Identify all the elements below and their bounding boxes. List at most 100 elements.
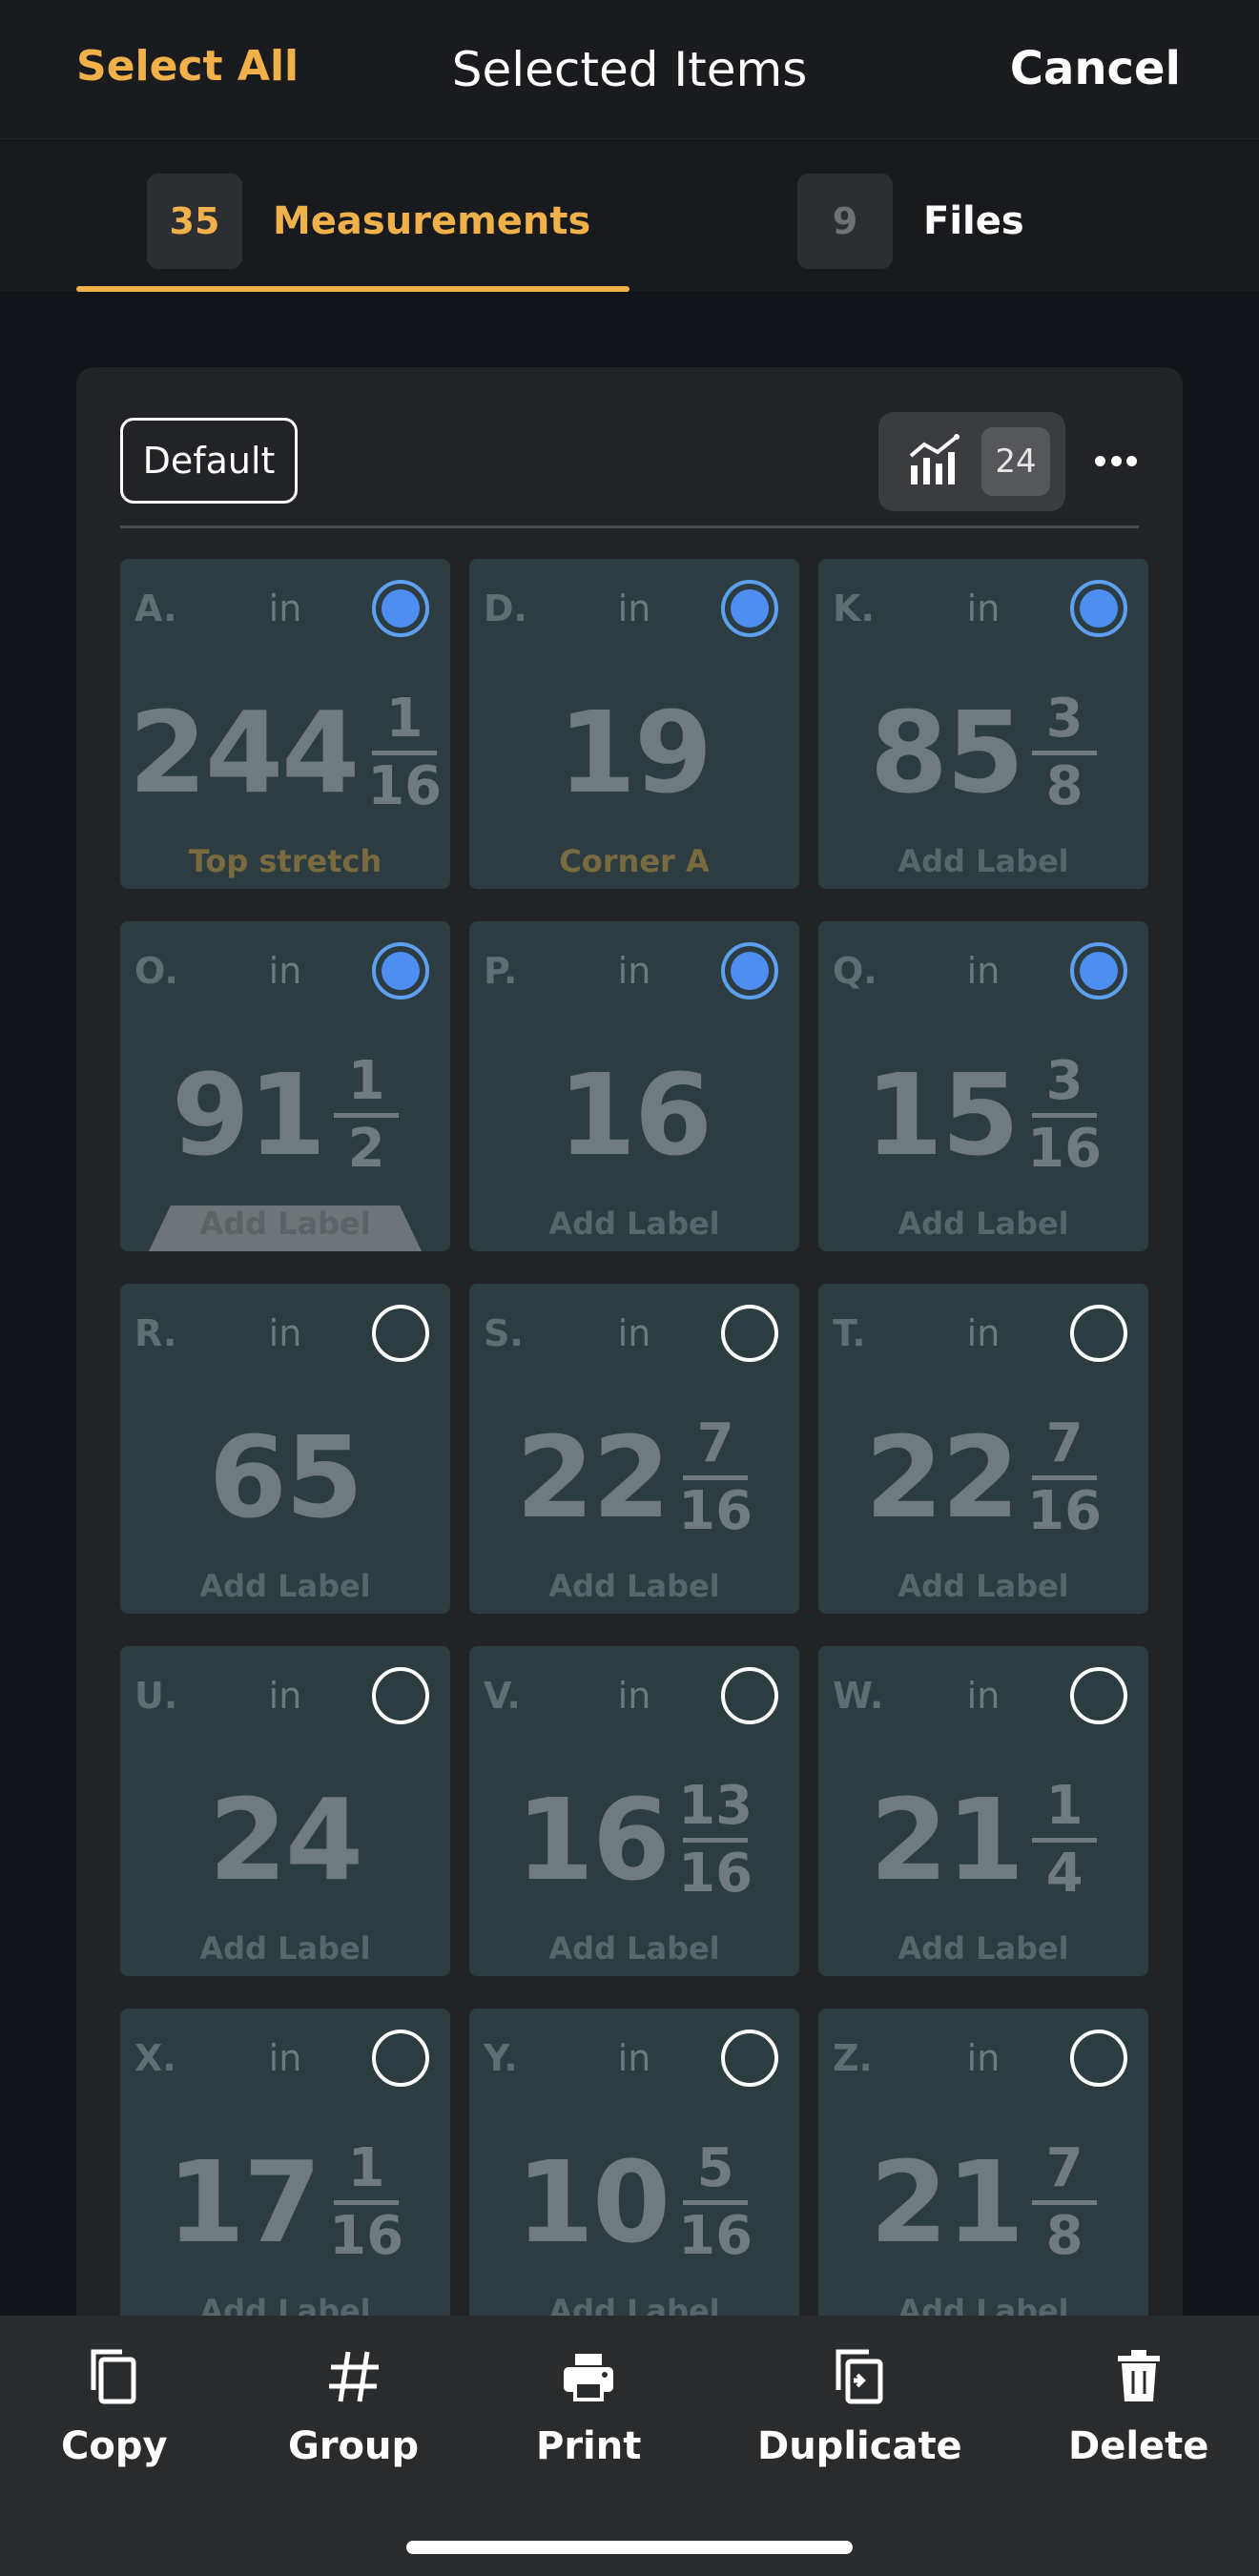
selection-radio[interactable] — [721, 1305, 778, 1362]
fraction-bar — [1032, 2199, 1098, 2205]
selection-radio[interactable] — [372, 1305, 429, 1362]
fraction-bar — [372, 750, 438, 755]
fraction: 7 16 — [1027, 1412, 1102, 1539]
measurement-value: 244 1 16 — [120, 681, 450, 824]
measurement-value: 22 7 16 — [818, 1406, 1148, 1549]
measurement-tile[interactable]: V. in 16 13 16 Add Label — [469, 1646, 799, 1976]
action-label: Delete — [1068, 2424, 1209, 2468]
measurement-tile[interactable]: W. in 21 1 4 Add Label — [818, 1646, 1148, 1976]
measurement-tile[interactable]: Y. in 10 5 16 Add Label — [469, 2009, 799, 2339]
fraction: 7 16 — [678, 1415, 753, 1539]
measurement-tile[interactable]: O. in 91 1 2 Add Label — [120, 921, 450, 1251]
copy-button[interactable]: Copy — [61, 2346, 168, 2468]
tab-label: Files — [923, 199, 1024, 243]
measurement-label[interactable]: Add Label — [469, 1930, 799, 1967]
measurement-label[interactable]: Add Label — [120, 1930, 450, 1967]
measurement-label[interactable]: Add Label — [120, 1568, 450, 1604]
selection-radio[interactable] — [1070, 1667, 1127, 1724]
measurement-whole: 22 — [515, 1412, 671, 1543]
measurement-tile[interactable]: A. in 244 1 16 Top stretch — [120, 559, 450, 889]
duplicate-button[interactable]: Duplicate — [757, 2346, 962, 2468]
measurement-tile[interactable]: S. in 22 7 16 Add Label — [469, 1284, 799, 1614]
fraction-denominator: 4 — [1045, 1842, 1084, 1905]
selection-radio[interactable] — [1070, 1305, 1127, 1362]
measurement-tile[interactable]: P. in 16 Add Label — [469, 921, 799, 1251]
selection-radio[interactable] — [1070, 942, 1127, 999]
measurement-tile[interactable]: D. in 19 Corner A — [469, 559, 799, 889]
fraction-denominator: 16 — [678, 1842, 753, 1905]
fraction-numerator: 3 — [1045, 687, 1084, 750]
action-label: Group — [288, 2424, 420, 2468]
measurement-tile[interactable]: R. in 65 Add Label — [120, 1284, 450, 1614]
measurement-grid: A. in 244 1 16 Top stretch D. in 19 Corner A K. in 8… — [120, 559, 1150, 2339]
measurement-tile[interactable]: Z. in 21 7 8 Add Label — [818, 2009, 1148, 2339]
fraction: 13 16 — [678, 1778, 753, 1905]
selection-radio[interactable] — [721, 1667, 778, 1724]
selection-radio[interactable] — [1070, 580, 1127, 637]
tab-files[interactable]: 9 Files — [797, 174, 1024, 269]
measurement-whole: 85 — [869, 687, 1024, 818]
fraction: 3 16 — [1027, 1049, 1102, 1177]
tab-measurements[interactable]: 35 Measurements — [147, 174, 590, 269]
measurement-group-card: Default 24 A. in 244 1 16 Top stretch D. in 19 Co… — [76, 367, 1183, 2576]
measurement-value: 65 — [120, 1406, 450, 1549]
measurement-value: 19 — [469, 681, 799, 824]
more-dot — [1126, 455, 1137, 466]
selection-radio[interactable] — [372, 1667, 429, 1724]
default-group-button[interactable]: Default — [120, 418, 298, 504]
selection-radio[interactable] — [1070, 2030, 1127, 2087]
fraction-bar — [683, 1837, 749, 1843]
selection-radio[interactable] — [372, 580, 429, 637]
print-button[interactable]: Print — [536, 2346, 641, 2468]
measurement-label[interactable]: Add Label — [818, 1206, 1148, 1242]
copy-icon — [86, 2346, 143, 2411]
measurement-label[interactable]: Add Label — [469, 1568, 799, 1604]
more-options-button[interactable] — [1087, 442, 1145, 480]
measurement-tile[interactable]: Q. in 15 3 16 Add Label — [818, 921, 1148, 1251]
delete-button[interactable]: Delete — [1068, 2346, 1208, 2468]
fraction-denominator: 8 — [1045, 2204, 1084, 2267]
selection-radio[interactable] — [721, 580, 778, 637]
measurement-label[interactable]: Add Label — [469, 1206, 799, 1242]
measurement-whole: 91 — [171, 1049, 326, 1181]
selection-radio[interactable] — [372, 942, 429, 999]
measurement-whole: 22 — [864, 1412, 1020, 1543]
measurement-value: 21 7 8 — [818, 2131, 1148, 2274]
measurement-label[interactable]: Add Label — [818, 843, 1148, 879]
fraction-bar — [334, 1112, 400, 1118]
stats-button[interactable]: 24 — [878, 412, 1065, 511]
fraction-numerator: 7 — [1045, 2136, 1084, 2199]
group-button[interactable]: Group — [288, 2346, 419, 2468]
measurement-tile[interactable]: K. in 85 3 8 Add Label — [818, 559, 1148, 889]
cancel-button[interactable]: Cancel — [1010, 42, 1181, 95]
measurement-whole: 19 — [557, 687, 712, 818]
home-indicator — [406, 2541, 853, 2554]
selection-radio[interactable] — [372, 2030, 429, 2087]
fraction: 12 — [334, 1053, 400, 1177]
measurement-tile[interactable]: T. in 22 7 16 Add Label — [818, 1284, 1148, 1614]
fraction-numerator: 5 — [696, 2136, 734, 2199]
selection-screen: Select All Selected Items Cancel 35 Meas… — [0, 0, 1259, 2576]
measurement-whole: 10 — [515, 2136, 671, 2268]
measurement-label[interactable]: Top stretch — [120, 843, 450, 879]
bottom-action-bar: Copy Group Print Duplicate Delete — [0, 2316, 1259, 2576]
measurement-label[interactable]: Corner A — [469, 843, 799, 879]
fraction-denominator: 16 — [678, 2204, 753, 2267]
action-label: Print — [536, 2424, 642, 2468]
measurement-label[interactable]: Add Label — [818, 1930, 1148, 1967]
stats-count-badge: 24 — [981, 427, 1050, 496]
measurement-label[interactable]: Add Label — [818, 1568, 1148, 1604]
tab-bar: 35 Measurements 9 Files — [0, 138, 1259, 292]
fraction: 14 — [1032, 1778, 1098, 1905]
measurement-label[interactable]: Add Label — [120, 1206, 450, 1242]
fraction: 1 16 — [367, 690, 443, 817]
measurement-tile[interactable]: U. in 24 Add Label — [120, 1646, 450, 1976]
selection-radio[interactable] — [721, 942, 778, 999]
fraction-denominator: 16 — [367, 754, 443, 817]
fraction-numerator: 3 — [1045, 1049, 1084, 1112]
measurement-tile[interactable]: X. in 17 1 16 Add Label — [120, 2009, 450, 2339]
fraction-numerator: 7 — [1045, 1412, 1084, 1474]
trash-icon — [1110, 2346, 1167, 2411]
selection-radio[interactable] — [721, 2030, 778, 2087]
fraction-bar — [1032, 1474, 1098, 1480]
